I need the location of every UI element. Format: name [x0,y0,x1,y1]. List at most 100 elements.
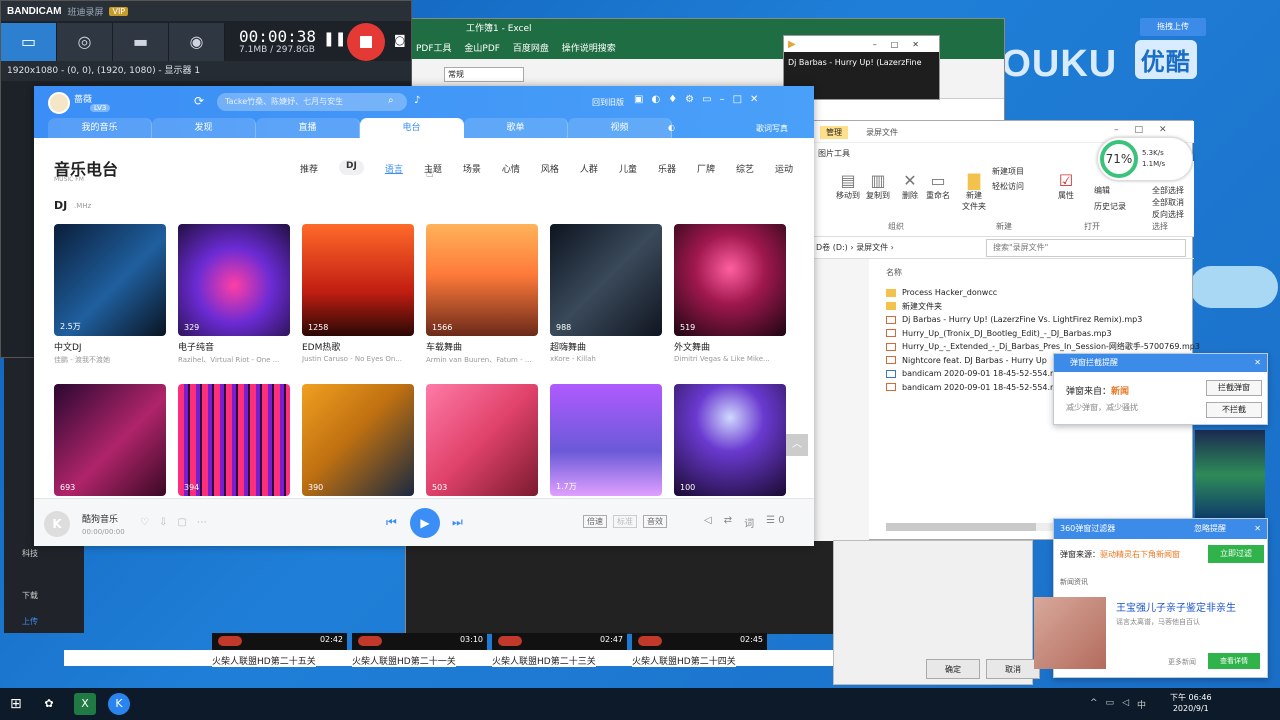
radio-name[interactable]: 车载舞曲 [426,340,538,353]
tab-my-music[interactable]: 我的音乐 [48,118,152,138]
window-controls[interactable]: –□✕ [1114,125,1167,135]
radio-cover[interactable]: 503 [426,384,538,496]
video-caption[interactable]: 火柴人联盟HD第二十三关 [492,654,596,667]
network-icon[interactable]: ▭ [1106,698,1115,711]
video-thumbnail[interactable]: 02:42 [212,633,347,651]
delete-button[interactable]: ✕ 删除 [902,171,918,201]
radio-cover[interactable]: 329 [178,224,290,336]
video-thumbnail[interactable]: 02:47 [492,633,627,651]
album-art[interactable]: K [44,511,70,537]
radio-cover[interactable]: 1258 [302,224,414,336]
tab-discover[interactable]: 发现 [152,118,256,138]
next-button[interactable]: ⏭ [452,515,463,530]
speed-button[interactable]: 倍速 [583,515,607,528]
radio-name[interactable]: 电子纯音 [178,340,290,353]
category-dj[interactable]: DJ [339,160,364,175]
radio-name[interactable]: 外文舞曲 [674,340,786,353]
close-icon[interactable]: ✕ [1254,354,1261,372]
video-caption[interactable]: 火柴人联盟HD第二十一关 [352,654,456,667]
allow-popup-button[interactable]: 不拦截 [1206,402,1262,418]
radio-cover[interactable]: 2.5万 [54,224,166,336]
video-thumbnail[interactable]: 02:45 [632,633,767,651]
drag-upload-button[interactable]: 拖拽上传 [1140,18,1206,36]
edit-button[interactable]: 编辑 [1094,185,1110,196]
radio-name[interactable]: EDM热歌 [302,340,414,353]
copy-to-button[interactable]: ▥ 复制到 [866,171,890,201]
excel-menu-item[interactable]: 百度网盘 [513,44,549,54]
pinwheel-app-icon[interactable]: ✿ [38,693,60,715]
radio-cover[interactable]: 394 [178,384,290,496]
more-icon[interactable]: ⋯ [197,517,207,528]
file-row[interactable]: Hurry_Up_-_Extended_-_Dj_Barbas_Pres_In_… [886,340,1200,354]
tab-radio[interactable]: 电台 [360,118,464,138]
username[interactable]: 蔷薇 [74,92,92,105]
radio-cover[interactable]: 1566 [426,224,538,336]
category-mood[interactable]: 心情 [502,162,520,175]
cancel-button[interactable]: 取消 [986,659,1040,679]
toggle-icon[interactable]: ◐ [668,123,675,132]
screenshot-camera-icon[interactable]: ◙ [394,33,406,47]
category-instrument[interactable]: 乐器 [658,162,676,175]
old-version-link[interactable]: 回到旧版 [592,97,624,108]
bird-widget[interactable] [1190,266,1278,308]
kugou-taskbar-icon[interactable]: K [108,693,130,715]
windows-start-icon[interactable]: ⊞ [10,696,22,712]
side-item-upload[interactable]: 上传 [22,616,38,627]
category-label[interactable]: 厂牌 [697,162,715,175]
stop-record-button[interactable] [347,23,385,61]
category-language[interactable]: 语言 [385,162,403,175]
skin-icon[interactable]: ◐ [651,94,660,105]
radio-card[interactable]: 1258 EDM热歌 Justin Caruso - No Eyes On... [302,224,414,363]
webcam-mode-button[interactable]: ◉ [169,23,225,61]
category-kids[interactable]: 儿童 [619,162,637,175]
vip-badge[interactable]: VIP [109,6,129,16]
select-all-button[interactable]: 全部选择 [1152,185,1184,196]
video-thumbnail[interactable]: 03:10 [352,633,487,651]
new-folder-button[interactable]: ▇ 新建 文件夹 [962,171,986,212]
select-none-button[interactable]: 全部取消 [1152,197,1184,208]
more-news-link[interactable]: 更多新闻 [1168,657,1196,667]
video-caption[interactable]: 火柴人联盟HD第二十五关 [212,654,316,667]
settings-icon[interactable]: ⚙ [685,94,694,105]
chevron-up-icon[interactable]: ^ [1090,698,1098,711]
refresh-icon[interactable]: ⟳ [194,94,204,108]
radio-card[interactable]: 390 [302,384,414,496]
excel-taskbar-icon[interactable]: X [74,693,96,715]
sound-effect-button[interactable]: 音效 [643,515,667,528]
download-icon[interactable]: ⇩ [159,517,167,528]
pause-button[interactable]: ❚❚ [323,31,346,47]
filter-now-button[interactable]: 立即过滤 [1208,545,1264,563]
view-details-button[interactable]: 查看详情 [1208,653,1260,669]
radio-name[interactable]: 超嗨舞曲 [550,340,662,353]
radio-cover[interactable]: 1.7万 [550,384,662,496]
easy-access-menu[interactable]: 轻松访问 [992,181,1024,192]
radio-card[interactable]: 519 外文舞曲 Dimitri Vegas & Like Mike... [674,224,786,363]
radio-card[interactable]: 1566 车载舞曲 Armin van Buuren、Fatum - ... [426,224,538,365]
play-button[interactable]: ▶ [410,508,440,538]
radio-card[interactable]: 2.5万 中文DJ 佳鹏 - 渡我不渡她 [54,224,166,365]
network-speed-widget[interactable]: 71% 5.3K/s 1.1M/s [1097,137,1193,181]
tab-video[interactable]: 视频 [568,118,672,138]
excel-menu-item[interactable]: PDF工具 [416,44,452,54]
window-controls[interactable]: –□✕ [873,40,933,49]
excel-menu-item[interactable]: 金山PDF [464,44,500,54]
category-recommend[interactable]: 推荐 [300,162,318,175]
history-button[interactable]: 历史记录 [1094,201,1126,212]
category-style[interactable]: 风格 [541,162,559,175]
radio-name[interactable]: 中文DJ [54,340,166,353]
tab-playlist[interactable]: 歌单 [464,118,568,138]
close-icon[interactable]: ✕ [1254,519,1261,539]
search-input[interactable]: Tacke竹桑、陈婕妤、七月与安生 [217,93,407,111]
radio-card[interactable]: 988 超嗨舞曲 xKore - Killah [550,224,662,363]
lyric-photo-button[interactable]: 歌词写真 [756,123,788,134]
file-row[interactable]: Dj Barbas - Hurry Up! (LazerzFine Vs. Li… [886,313,1200,327]
repeat-icon[interactable]: ⇄ [724,515,732,530]
side-item-tech[interactable]: 科技 [22,548,38,559]
side-item-download[interactable]: 下载 [22,590,38,601]
file-row[interactable]: Process Hacker_donwcc [886,286,1200,300]
picture-tools-tab[interactable]: 图片工具 [818,148,850,159]
comment-icon[interactable]: ▢ [177,517,186,528]
radio-card[interactable]: 503 [426,384,538,496]
mic-icon[interactable]: ♪ [414,95,420,106]
playlist-queue-icon[interactable]: ☰ 0 [766,515,785,530]
